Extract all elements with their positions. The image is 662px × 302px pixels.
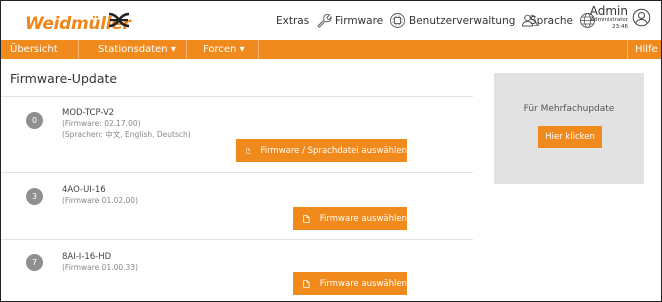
file-icon <box>303 214 310 223</box>
file-icon <box>246 148 251 153</box>
topnav-language-label: Sprache <box>530 14 573 27</box>
file-icon <box>303 279 310 288</box>
slot-badge: 7 <box>26 254 43 271</box>
multi-update-label: Für Mehrfachupdate <box>523 104 615 114</box>
multi-update-button[interactable]: Hier klicken <box>538 126 602 148</box>
device-firmware: (Firmware: 02.17.00) <box>62 119 141 128</box>
divider <box>1 172 473 173</box>
select-firmware-language-file-button[interactable]: Firmware / Sprachdatei auswählen <box>236 139 407 162</box>
menu-divider <box>258 40 259 59</box>
device-firmware: (Firmware 01.00.33) <box>62 263 139 272</box>
topnav-extras[interactable]: Extras <box>276 1 332 40</box>
menu-overview[interactable]: Übersicht <box>10 40 58 59</box>
device-firmware: (Firmware 01.02.00) <box>62 196 139 205</box>
topnav-language[interactable]: Sprache <box>530 1 596 40</box>
select-firmware-button[interactable]: Firmware auswählen <box>293 207 407 230</box>
user-name: Admin <box>589 4 628 18</box>
user-menu[interactable]: Admin Administrator 23:46 <box>590 5 651 30</box>
topnav-user-management[interactable]: Benutzerverwaltung <box>409 1 538 40</box>
slot-badge: 3 <box>26 188 43 205</box>
main-menu-bar: Übersicht Stationsdaten ▾ Forcen ▾ Hilfe <box>1 40 661 59</box>
select-firmware-button[interactable]: Firmware auswählen <box>293 272 407 295</box>
menu-divider <box>78 40 79 59</box>
brand-logo-mark-icon <box>108 12 130 28</box>
top-bar: Weidmüller Extras Firmware Benutzerverwa… <box>1 1 661 40</box>
firmware-chip-icon <box>390 13 406 28</box>
divider <box>1 96 473 97</box>
slot-badge: 0 <box>26 112 43 129</box>
page-title: Firmware-Update <box>10 71 118 86</box>
topnav-users-label: Benutzerverwaltung <box>409 14 516 27</box>
user-role: Administrator <box>590 17 629 23</box>
button-label: Firmware auswählen <box>319 278 407 289</box>
menu-force[interactable]: Forcen ▾ <box>203 40 245 59</box>
app-frame: Weidmüller Extras Firmware Benutzerverwa… <box>0 0 662 302</box>
device-name: 4AO-UI-16 <box>62 185 106 195</box>
menu-divider <box>627 40 628 59</box>
device-name: MOD-TCP-V2 <box>62 108 115 118</box>
menu-divider <box>186 40 187 59</box>
button-label: Firmware / Sprachdatei auswählen <box>260 145 407 156</box>
multi-update-panel: Für Mehrfachupdate Hier klicken <box>494 73 644 184</box>
device-name: 8AI-I-16-HD <box>62 252 112 262</box>
user-circle-icon <box>632 8 651 27</box>
topnav-firmware[interactable]: Firmware <box>335 1 406 40</box>
menu-help[interactable]: Hilfe <box>635 40 658 59</box>
menu-station-data[interactable]: Stationsdaten ▾ <box>98 40 176 59</box>
session-time: 23:46 <box>612 23 628 30</box>
button-label: Firmware auswählen <box>319 213 407 224</box>
topnav-firmware-label: Firmware <box>335 14 384 27</box>
topnav-extras-label: Extras <box>276 14 310 27</box>
wrench-icon <box>317 13 332 28</box>
divider <box>1 239 473 240</box>
device-languages: (Sprachen: 中文, English, Deutsch) <box>62 130 191 139</box>
